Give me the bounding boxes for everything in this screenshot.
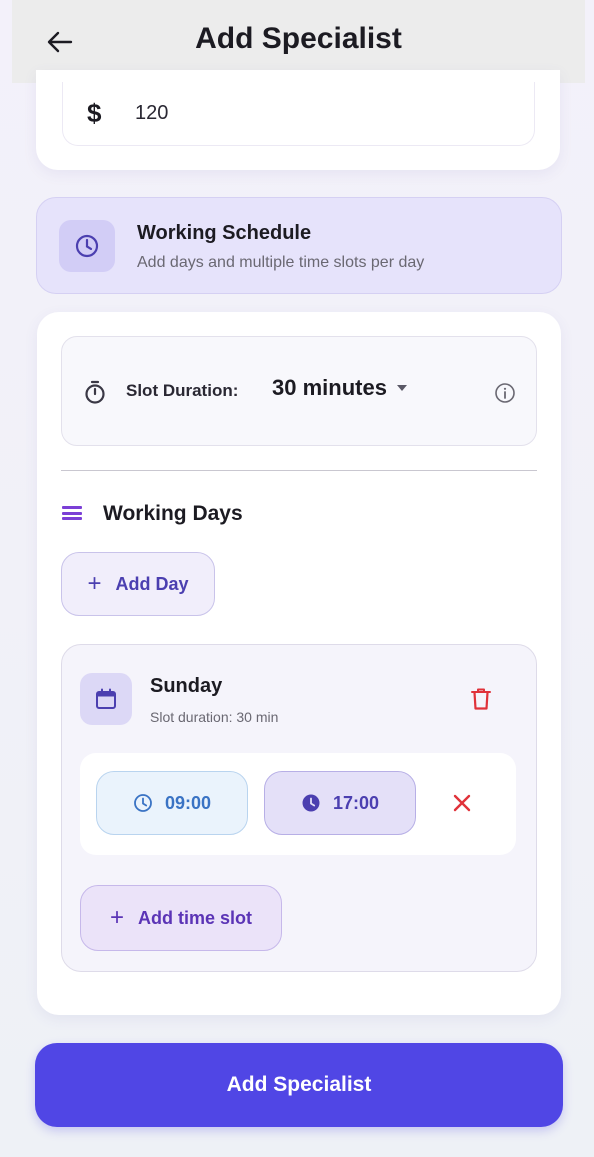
slot-duration-box: Slot Duration: 30 minutes xyxy=(61,336,537,446)
day-slot-duration: Slot duration: 30 min xyxy=(150,709,279,725)
slot-duration-dropdown[interactable]: 30 minutes xyxy=(272,375,407,401)
slot-duration-value: 30 minutes xyxy=(272,375,387,400)
clock-icon xyxy=(59,220,115,272)
plus-icon: + xyxy=(87,570,102,597)
schedule-card: Slot Duration: 30 minutes Working Days +… xyxy=(37,312,561,1015)
clock-outline-icon xyxy=(134,794,152,812)
slot-duration-label: Slot Duration: xyxy=(126,381,239,400)
timer-icon xyxy=(85,380,105,404)
trash-icon[interactable] xyxy=(470,687,492,711)
working-schedule-header: Working Schedule Add days and multiple t… xyxy=(36,197,562,294)
day-card-sunday: Sunday Slot duration: 30 min 09:00 17:00… xyxy=(61,644,537,972)
list-icon xyxy=(62,506,82,520)
close-icon[interactable] xyxy=(450,791,474,815)
price-card: $ 120 xyxy=(36,70,560,170)
day-name: Sunday xyxy=(150,675,223,697)
start-time: 09:00 xyxy=(164,792,212,813)
add-specialist-button[interactable]: Add Specialist xyxy=(35,1043,563,1127)
add-time-slot-button[interactable]: + Add time slot xyxy=(80,885,282,951)
working-schedule-subtitle: Add days and multiple time slots per day xyxy=(137,254,425,271)
add-day-button[interactable]: + Add Day xyxy=(61,552,215,616)
currency-symbol: $ xyxy=(87,98,102,128)
working-days-title: Working Days xyxy=(103,502,243,525)
calendar-icon xyxy=(80,673,132,725)
time-slot-row: 09:00 17:00 xyxy=(80,753,516,855)
page-title: Add Specialist xyxy=(195,22,402,55)
add-day-label: Add Day xyxy=(115,573,189,594)
price-input[interactable]: $ 120 xyxy=(62,82,535,146)
end-time-button[interactable]: 17:00 xyxy=(264,771,416,835)
start-time-button[interactable]: 09:00 xyxy=(96,771,248,835)
clock-filled-icon xyxy=(302,794,320,812)
price-value[interactable]: 120 xyxy=(135,102,168,125)
add-time-slot-label: Add time slot xyxy=(138,907,253,928)
plus-icon: + xyxy=(109,904,124,931)
chevron-down-icon xyxy=(396,385,407,391)
working-schedule-title: Working Schedule xyxy=(137,222,312,244)
end-time: 17:00 xyxy=(332,792,380,813)
divider xyxy=(61,470,537,471)
info-icon[interactable] xyxy=(494,382,516,404)
